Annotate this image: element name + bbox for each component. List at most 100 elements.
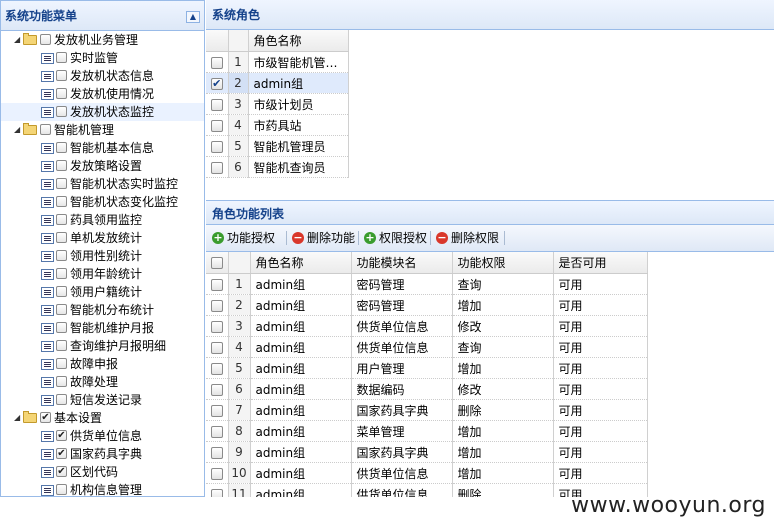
select-all-checkbox-cell[interactable] [206, 252, 229, 274]
role-name-cell[interactable]: admin组 [250, 399, 352, 421]
role-row[interactable]: 1 市级智能机管理员 [206, 51, 349, 73]
tree-group[interactable]: ◢ 智能机管理 [1, 121, 204, 139]
tree-item[interactable]: 智能机状态实时监控 [1, 175, 204, 193]
row-checkbox[interactable] [210, 98, 223, 111]
function-row[interactable]: 8 admin组 菜单管理 增加 可用 [206, 420, 648, 442]
tree-checkbox[interactable]: ✔ [56, 430, 67, 441]
function-row[interactable]: 10 admin组 供货单位信息 增加 可用 [206, 462, 648, 484]
role-row[interactable]: ✔ 2 admin组 [206, 72, 349, 94]
row-checkbox[interactable] [210, 404, 223, 417]
tree-group[interactable]: ◢ 发放机业务管理 [1, 31, 204, 49]
module-cell[interactable]: 数据编码 [351, 378, 453, 400]
permission-cell[interactable]: 增加 [452, 462, 554, 484]
row-checkbox[interactable] [210, 161, 223, 174]
role-name-cell[interactable]: admin组 [250, 294, 352, 316]
role-name-cell[interactable]: admin组 [250, 273, 352, 295]
tree-checkbox[interactable] [56, 304, 67, 315]
tree-checkbox[interactable] [56, 484, 67, 495]
row-checkbox-cell[interactable] [206, 93, 229, 115]
column-header-permission[interactable]: 功能权限 [452, 252, 554, 274]
row-checkbox-cell[interactable] [206, 399, 229, 421]
role-name-cell[interactable]: 市药具站 [248, 114, 349, 136]
column-header-module[interactable]: 功能模块名 [351, 252, 453, 274]
tree-item[interactable]: 查询维护月报明细 [1, 337, 204, 355]
function-row[interactable]: 7 admin组 国家药具字典 删除 可用 [206, 399, 648, 421]
role-name-cell[interactable]: admin组 [250, 378, 352, 400]
tree-item[interactable]: 实时监管 [1, 49, 204, 67]
tree-group[interactable]: ◢ ✔ 基本设置 [1, 409, 204, 427]
row-checkbox-cell[interactable] [206, 441, 229, 463]
role-name-cell[interactable]: admin组 [248, 72, 349, 94]
tree-checkbox[interactable] [56, 394, 67, 405]
row-checkbox[interactable] [210, 467, 223, 480]
row-checkbox-cell[interactable] [206, 114, 229, 136]
row-checkbox[interactable]: ✔ [210, 77, 223, 90]
row-checkbox[interactable] [210, 362, 223, 375]
role-name-cell[interactable]: admin组 [250, 336, 352, 358]
tree-checkbox[interactable]: ✔ [56, 448, 67, 459]
permission-cell[interactable]: 删除 [452, 483, 554, 498]
tree-checkbox[interactable] [56, 358, 67, 369]
row-checkbox-cell[interactable]: ✔ [206, 72, 229, 94]
module-cell[interactable]: 供货单位信息 [351, 462, 453, 484]
enabled-cell[interactable]: 可用 [553, 378, 648, 400]
enabled-cell[interactable]: 可用 [553, 294, 648, 316]
tree-checkbox[interactable] [56, 70, 67, 81]
module-cell[interactable]: 密码管理 [351, 273, 453, 295]
tree-checkbox[interactable] [56, 214, 67, 225]
tree-checkbox[interactable] [56, 106, 67, 117]
expand-toggle-icon[interactable]: ◢ [14, 121, 20, 139]
function-row[interactable]: 4 admin组 供货单位信息 查询 可用 [206, 336, 648, 358]
row-checkbox[interactable] [210, 383, 223, 396]
role-name-cell[interactable]: 智能机管理员 [248, 135, 349, 157]
tree-item[interactable]: ✔ 区划代码 [1, 463, 204, 481]
role-name-cell[interactable]: admin组 [250, 315, 352, 337]
tree-checkbox[interactable] [56, 142, 67, 153]
role-row[interactable]: 6 智能机查询员 [206, 156, 349, 178]
module-cell[interactable]: 供货单位信息 [351, 336, 453, 358]
expand-toggle-icon[interactable]: ◢ [14, 31, 20, 49]
tree-item[interactable]: 发放机状态监控 [1, 103, 204, 121]
role-name-cell[interactable]: admin组 [250, 357, 352, 379]
row-checkbox[interactable] [210, 56, 223, 69]
tree-item[interactable]: 智能机维护月报 [1, 319, 204, 337]
tree-item[interactable]: 发放机状态信息 [1, 67, 204, 85]
module-cell[interactable]: 国家药具字典 [351, 441, 453, 463]
enabled-cell[interactable]: 可用 [553, 273, 648, 295]
tree-item[interactable]: 领用户籍统计 [1, 283, 204, 301]
tree-checkbox[interactable] [56, 250, 67, 261]
tree-checkbox[interactable] [56, 286, 67, 297]
role-row[interactable]: 5 智能机管理员 [206, 135, 349, 157]
role-name-cell[interactable]: admin组 [250, 462, 352, 484]
tree-item[interactable]: ✔ 供货单位信息 [1, 427, 204, 445]
tree-checkbox[interactable] [40, 34, 51, 45]
module-cell[interactable]: 供货单位信息 [351, 315, 453, 337]
permission-cell[interactable]: 增加 [452, 357, 554, 379]
function-row[interactable]: 1 admin组 密码管理 查询 可用 [206, 273, 648, 295]
row-checkbox[interactable] [210, 278, 223, 291]
tree-item[interactable]: ✔ 国家药具字典 [1, 445, 204, 463]
tree-item[interactable]: 故障申报 [1, 355, 204, 373]
enabled-cell[interactable]: 可用 [553, 462, 648, 484]
row-checkbox-cell[interactable] [206, 156, 229, 178]
role-row[interactable]: 4 市药具站 [206, 114, 349, 136]
function-row[interactable]: 3 admin组 供货单位信息 修改 可用 [206, 315, 648, 337]
permission-cell[interactable]: 增加 [452, 294, 554, 316]
tree-item[interactable]: 药具领用监控 [1, 211, 204, 229]
row-checkbox-cell[interactable] [206, 315, 229, 337]
row-checkbox-cell[interactable] [206, 357, 229, 379]
permission-cell[interactable]: 修改 [452, 315, 554, 337]
row-checkbox-cell[interactable] [206, 483, 229, 498]
tree-item[interactable]: 领用年龄统计 [1, 265, 204, 283]
tree-item[interactable]: 短信发送记录 [1, 391, 204, 409]
module-cell[interactable]: 供货单位信息 [351, 483, 453, 498]
tree-checkbox[interactable] [56, 322, 67, 333]
grant-function-button[interactable]: + 功能授权 [212, 225, 275, 251]
permission-cell[interactable]: 查询 [452, 273, 554, 295]
tree-item[interactable]: 故障处理 [1, 373, 204, 391]
collapse-up-icon[interactable]: ▲ [186, 11, 200, 23]
row-checkbox-cell[interactable] [206, 273, 229, 295]
tree-checkbox[interactable] [56, 178, 67, 189]
enabled-cell[interactable]: 可用 [553, 441, 648, 463]
tree-item[interactable]: 领用性别统计 [1, 247, 204, 265]
